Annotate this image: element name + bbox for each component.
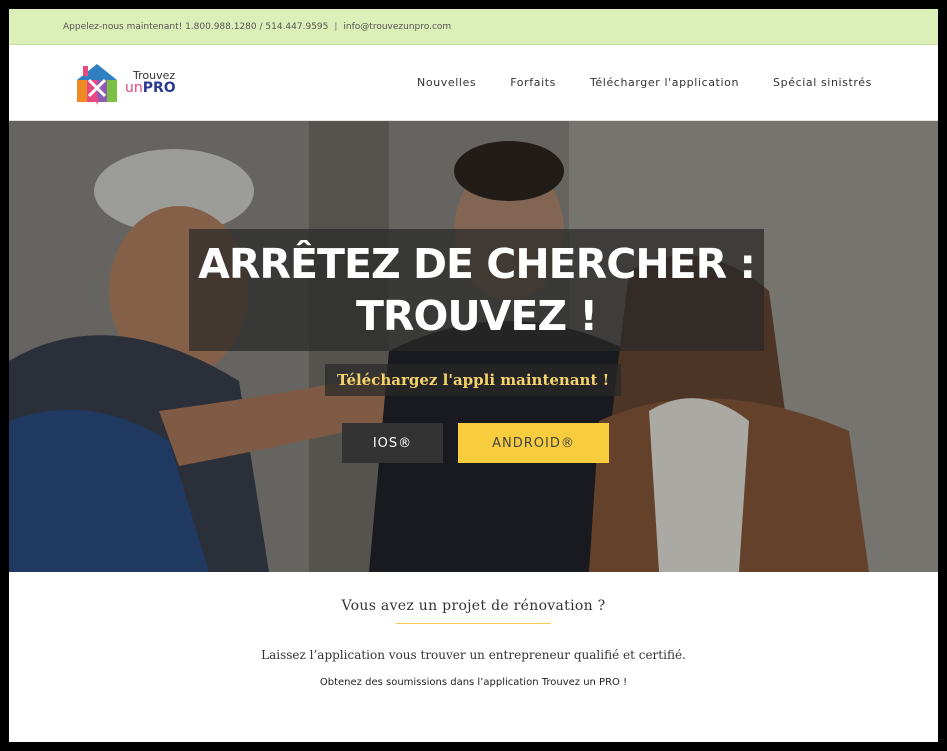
section-paragraph-1: Laissez l’application vous trouver un en… xyxy=(261,648,686,662)
hero-headline-box: ARRÊTEZ DE CHERCHER : TROUVEZ ! xyxy=(189,229,764,351)
site-header: Trouvez unPRO Nouvelles Forfaits Télécha… xyxy=(9,45,938,121)
hero-banner: ARRÊTEZ DE CHERCHER : TROUVEZ ! Téléchar… xyxy=(9,121,938,572)
site-logo[interactable]: Trouvez unPRO xyxy=(73,60,176,106)
section-title: Vous avez un projet de rénovation ? xyxy=(341,598,606,614)
contact-email-link[interactable]: info@trouvezunpro.com xyxy=(343,22,451,32)
nav-item-forfaits[interactable]: Forfaits xyxy=(510,76,556,89)
title-underline xyxy=(396,623,551,624)
main-nav: Nouvelles Forfaits Télécharger l'applica… xyxy=(417,76,872,89)
contact-phone-text: Appelez-nous maintenant! 1.800.988.1280 … xyxy=(63,21,329,32)
android-download-button[interactable]: ANDROID® xyxy=(458,423,609,463)
intro-section: Vous avez un projet de rénovation ? Lais… xyxy=(9,598,938,688)
hero-headline-line2: TROUVEZ ! xyxy=(355,292,598,340)
hero-subheadline: Téléchargez l'appli maintenant ! xyxy=(325,364,622,396)
logo-text-un: un xyxy=(125,80,143,96)
logo-text-pro: PRO xyxy=(142,80,176,96)
top-contact-bar: Appelez-nous maintenant! 1.800.988.1280 … xyxy=(9,9,938,45)
nav-item-nouvelles[interactable]: Nouvelles xyxy=(417,76,476,89)
section-paragraph-2: Obtenez des soumissions dans l’applicati… xyxy=(319,677,628,688)
hero-headline-line1: ARRÊTEZ DE CHERCHER : xyxy=(198,240,756,288)
house-tools-icon xyxy=(73,60,121,106)
nav-item-telecharger[interactable]: Télécharger l'application xyxy=(590,76,739,89)
contact-separator: | xyxy=(334,21,338,32)
browser-viewport: Appelez-nous maintenant! 1.800.988.1280 … xyxy=(9,9,938,742)
ios-download-button[interactable]: IOS® xyxy=(342,423,443,463)
nav-item-special-sinistres[interactable]: Spécial sinistrés xyxy=(773,76,872,89)
